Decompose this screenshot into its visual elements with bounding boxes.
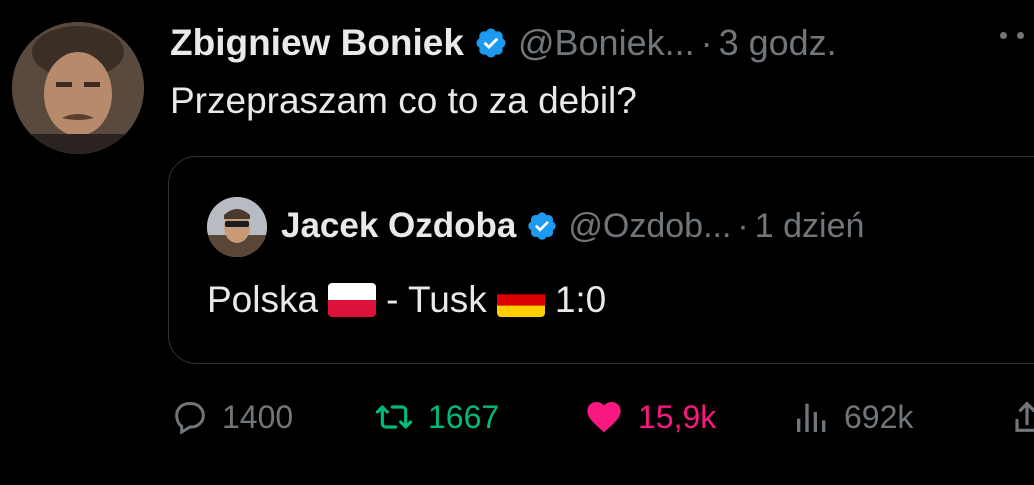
author-avatar[interactable] xyxy=(12,22,144,154)
germany-flag-icon xyxy=(496,283,545,317)
verified-badge-icon[interactable] xyxy=(526,210,558,242)
share-icon xyxy=(1015,401,1034,432)
quoted-header-separator: · xyxy=(737,206,749,245)
quoted-tweet-text: Polska - Tusk 1:0 xyxy=(207,279,606,321)
like-button[interactable]: 15,9k xyxy=(582,390,716,444)
quoted-tweet-header: Jacek Ozdoba @Ozdob... · 1 dzień xyxy=(281,203,864,249)
reply-icon xyxy=(175,402,205,435)
more-options-icon[interactable] xyxy=(1000,32,1034,39)
quoted-author-avatar[interactable] xyxy=(207,197,267,257)
share-button[interactable] xyxy=(1012,390,1034,444)
author-display-name[interactable]: Zbigniew Boniek xyxy=(170,22,464,64)
reply-button[interactable]: 1400 xyxy=(170,390,293,444)
views-icon xyxy=(797,403,826,432)
like-count: 15,9k xyxy=(638,398,717,435)
quoted-text-part3: 1:0 xyxy=(554,279,607,320)
views-button[interactable]: 692k xyxy=(792,390,913,444)
quoted-tweet-timestamp[interactable]: 1 dzień xyxy=(755,207,865,246)
author-avatar-image xyxy=(12,22,144,154)
author-handle[interactable]: @Boniek... xyxy=(518,22,695,64)
tweet-header: Zbigniew Boniek @Boniek... · 3 godz. xyxy=(170,18,837,68)
views-count: 692k xyxy=(844,398,914,435)
poland-flag-icon xyxy=(328,283,377,317)
tweet-actions: 1400 1667 15,9k 692k xyxy=(170,390,1034,444)
retweet-count: 1667 xyxy=(428,398,500,435)
quoted-author-handle[interactable]: @Ozdob... xyxy=(568,207,731,246)
quoted-author-avatar-image xyxy=(207,197,267,257)
heart-icon xyxy=(587,402,621,433)
tweet-text: Przepraszam co to za debil? xyxy=(170,80,637,121)
retweet-icon xyxy=(375,405,413,429)
tweet[interactable]: Zbigniew Boniek @Boniek... · 3 godz. Prz… xyxy=(0,0,1034,485)
verified-badge-icon[interactable] xyxy=(474,26,508,60)
quoted-text-part2: - Tusk xyxy=(386,279,487,320)
tweet-timestamp[interactable]: 3 godz. xyxy=(719,22,837,64)
quoted-author-display-name[interactable]: Jacek Ozdoba xyxy=(281,206,516,246)
quoted-text-part1: Polska xyxy=(207,279,319,320)
quoted-tweet[interactable]: Jacek Ozdoba @Ozdob... · 1 dzień Polska … xyxy=(168,156,1034,364)
reply-count: 1400 xyxy=(222,398,294,435)
header-separator: · xyxy=(700,22,713,63)
retweet-button[interactable]: 1667 xyxy=(372,390,499,444)
